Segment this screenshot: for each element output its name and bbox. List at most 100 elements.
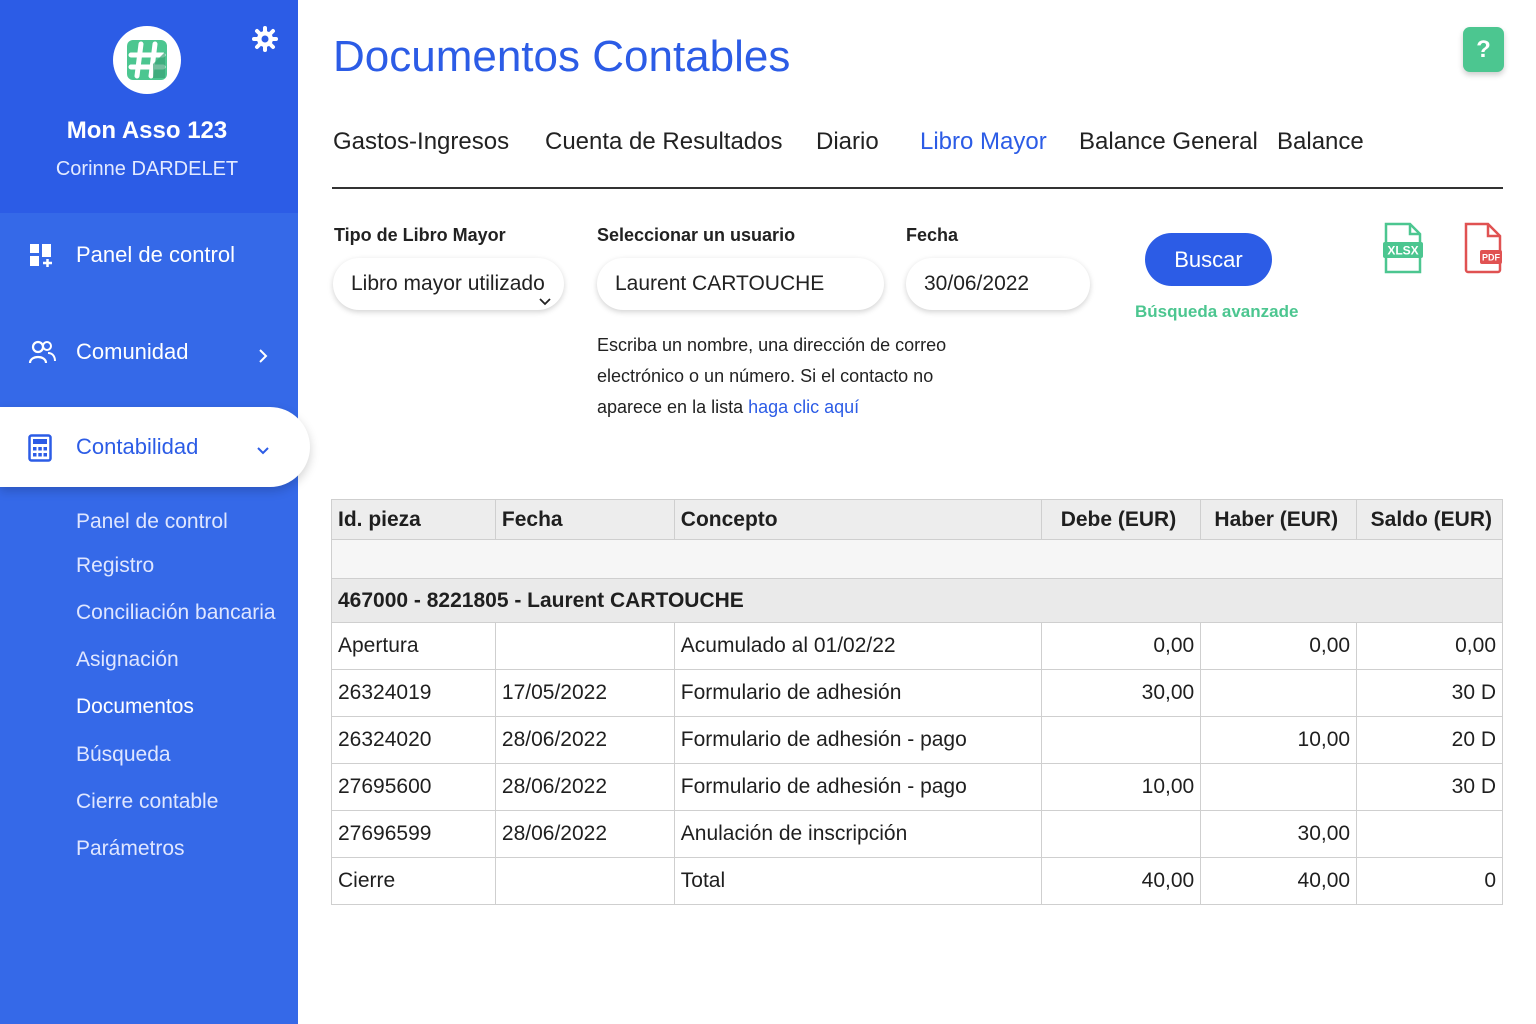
add-contact-link[interactable]: haga clic aquí bbox=[748, 397, 859, 417]
tab-balance[interactable]: Balance bbox=[1277, 128, 1364, 156]
tab-diario[interactable]: Diario bbox=[816, 128, 879, 156]
pdf-label: PDF bbox=[1482, 253, 1501, 263]
cell-id: 26324020 bbox=[331, 716, 496, 764]
col-id-pieza[interactable]: Id. pieza bbox=[331, 499, 496, 540]
nav-item-contabilidad[interactable]: Contabilidad bbox=[0, 407, 310, 487]
col-haber[interactable]: Haber (EUR) bbox=[1200, 499, 1358, 540]
cell-debe: 40,00 bbox=[1041, 857, 1202, 905]
cell-fecha: 17/05/2022 bbox=[494, 669, 675, 717]
nav-label: Panel de control bbox=[76, 242, 235, 267]
search-button[interactable]: Buscar bbox=[1145, 233, 1272, 286]
tab-balance-general[interactable]: Balance General bbox=[1079, 128, 1258, 156]
table-row: 26324019 17/05/2022 Formulario de adhesi… bbox=[331, 669, 1503, 717]
cell-debe bbox=[1041, 810, 1202, 858]
cell-id: Cierre bbox=[331, 857, 496, 905]
cell-saldo: 30 D bbox=[1356, 669, 1503, 717]
nav-label: Contabilidad bbox=[76, 434, 199, 459]
col-concepto[interactable]: Concepto bbox=[673, 499, 1043, 540]
cell-haber bbox=[1200, 669, 1358, 717]
sidebar-header: Mon Asso 123 Corinne DARDELET bbox=[0, 0, 298, 213]
cell-concepto: Formulario de adhesión bbox=[673, 669, 1043, 717]
cell-concepto: Formulario de adhesión - pago bbox=[673, 716, 1043, 764]
table-row-total: Cierre Total 40,00 40,00 0 bbox=[331, 857, 1503, 905]
subnav-asignacion[interactable]: Asignación bbox=[76, 648, 179, 672]
gear-icon[interactable] bbox=[252, 26, 278, 52]
tab-gastos-ingresos[interactable]: Gastos-Ingresos bbox=[333, 128, 509, 156]
cell-id: Apertura bbox=[331, 622, 496, 670]
cell-haber: 40,00 bbox=[1200, 857, 1358, 905]
ledger-table: Id. pieza Fecha Concepto Debe (EUR) Habe… bbox=[331, 499, 1503, 905]
nav-label: Comunidad bbox=[76, 339, 189, 364]
table-row: 27696599 28/06/2022 Anulación de inscrip… bbox=[331, 810, 1503, 858]
cell-haber: 0,00 bbox=[1200, 622, 1358, 670]
subnav-panel-de-control[interactable]: Panel de control bbox=[76, 510, 228, 534]
org-name: Mon Asso 123 bbox=[66, 117, 228, 144]
cell-haber bbox=[1200, 763, 1358, 811]
cell-haber: 10,00 bbox=[1200, 716, 1358, 764]
col-saldo[interactable]: Saldo (EUR) bbox=[1356, 499, 1503, 540]
cell-id: 27696599 bbox=[331, 810, 496, 858]
tab-cuenta-de-resultados[interactable]: Cuenta de Resultados bbox=[545, 128, 783, 156]
user-search-hint: Escriba un nombre, una dirección de corr… bbox=[597, 330, 957, 423]
cell-fecha: 28/06/2022 bbox=[494, 810, 675, 858]
pdf-export-icon[interactable]: PDF bbox=[1462, 222, 1504, 274]
user-search-value: Laurent CARTOUCHE bbox=[615, 272, 825, 295]
empty-row bbox=[331, 539, 1503, 579]
cell-fecha: 28/06/2022 bbox=[494, 763, 675, 811]
cell-debe bbox=[1041, 716, 1202, 764]
chevron-down-icon bbox=[255, 439, 271, 455]
user-search-input[interactable]: Laurent CARTOUCHE bbox=[597, 258, 884, 310]
org-logo bbox=[113, 26, 181, 94]
cell-debe: 10,00 bbox=[1041, 763, 1202, 811]
cell-debe: 0,00 bbox=[1041, 622, 1202, 670]
cell-concepto: Total bbox=[673, 857, 1043, 905]
user-name: Corinne DARDELET bbox=[55, 158, 239, 180]
cell-id: 27695600 bbox=[331, 763, 496, 811]
calculator-icon bbox=[28, 434, 54, 462]
account-group-label: 467000 - 8221805 - Laurent CARTOUCHE bbox=[331, 578, 1503, 623]
date-value: 30/06/2022 bbox=[924, 272, 1030, 295]
nav-item-comunidad[interactable]: Comunidad bbox=[0, 312, 298, 392]
sidebar: Mon Asso 123 Corinne DARDELET Panel de c… bbox=[0, 0, 310, 1024]
cell-fecha bbox=[494, 857, 675, 905]
ledger-type-label: Tipo de Libro Mayor bbox=[334, 225, 506, 245]
subnav-cierre-contable[interactable]: Cierre contable bbox=[76, 790, 218, 814]
user-select-label: Seleccionar un usuario bbox=[597, 225, 796, 245]
help-button[interactable]: ? bbox=[1463, 27, 1504, 72]
cell-id: 26324019 bbox=[331, 669, 496, 717]
nav-item-panel-de-control[interactable]: Panel de control bbox=[0, 215, 298, 295]
advanced-search-link[interactable]: Búsqueda avanzade bbox=[1135, 302, 1298, 322]
table-header-row: Id. pieza Fecha Concepto Debe (EUR) Habe… bbox=[331, 499, 1503, 540]
cell-saldo: 30 D bbox=[1356, 763, 1503, 811]
dashboard-icon bbox=[28, 242, 54, 268]
tabs-divider bbox=[332, 187, 1503, 189]
cell-concepto: Acumulado al 01/02/22 bbox=[673, 622, 1043, 670]
ledger-type-select[interactable]: Libro mayor utilizado bbox=[333, 258, 564, 310]
subnav-documentos[interactable]: Documentos bbox=[76, 695, 194, 719]
table-row: Apertura Acumulado al 01/02/22 0,00 0,00… bbox=[331, 622, 1503, 670]
empty-cell bbox=[331, 539, 1503, 579]
subnav-parametros[interactable]: Parámetros bbox=[76, 837, 185, 861]
date-input[interactable]: 30/06/2022 bbox=[906, 258, 1090, 310]
xlsx-export-icon[interactable]: XLSX bbox=[1382, 222, 1424, 274]
cell-concepto: Formulario de adhesión - pago bbox=[673, 763, 1043, 811]
table-row: 26324020 28/06/2022 Formulario de adhesi… bbox=[331, 716, 1503, 764]
chevron-right-icon bbox=[255, 344, 271, 363]
users-icon bbox=[28, 339, 56, 365]
chevron-down-icon bbox=[538, 276, 552, 306]
ledger-type-value: Libro mayor utilizado bbox=[351, 272, 545, 295]
col-fecha[interactable]: Fecha bbox=[494, 499, 675, 540]
xlsx-label: XLSX bbox=[1387, 244, 1418, 258]
cell-saldo bbox=[1356, 810, 1503, 858]
cell-debe: 30,00 bbox=[1041, 669, 1202, 717]
subnav-registro[interactable]: Registro bbox=[76, 554, 154, 578]
cell-saldo: 20 D bbox=[1356, 716, 1503, 764]
cell-haber: 30,00 bbox=[1200, 810, 1358, 858]
page-title: Documentos Contables bbox=[333, 32, 791, 81]
cell-saldo: 0 bbox=[1356, 857, 1503, 905]
tab-libro-mayor[interactable]: Libro Mayor bbox=[920, 128, 1047, 156]
col-debe[interactable]: Debe (EUR) bbox=[1041, 499, 1202, 540]
subnav-conciliacion-bancaria[interactable]: Conciliación bancaria bbox=[76, 601, 276, 625]
table-row: 27695600 28/06/2022 Formulario de adhesi… bbox=[331, 763, 1503, 811]
subnav-busqueda[interactable]: Búsqueda bbox=[76, 743, 171, 767]
